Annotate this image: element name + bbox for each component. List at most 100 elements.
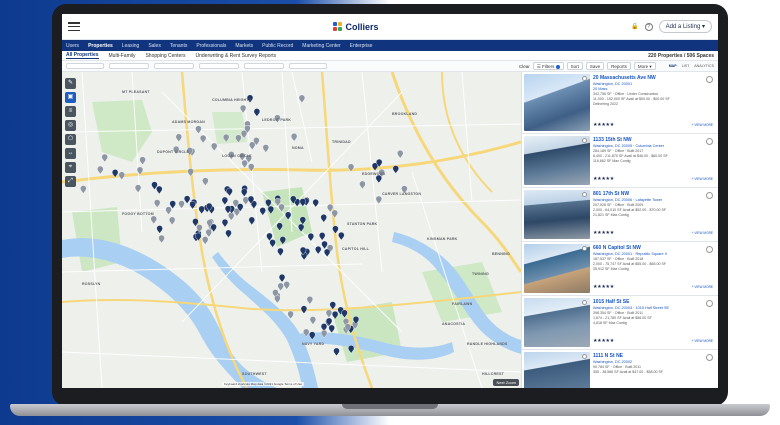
map-neighborhood-label: MT PLEASANT (122, 90, 150, 94)
favorite-icon[interactable] (582, 246, 587, 251)
map-neighborhood-label: TRINIDAD (332, 140, 351, 144)
filter-input[interactable] (154, 63, 194, 69)
view-more-link[interactable]: + VIEW MORE (692, 231, 713, 235)
select-tool-icon[interactable]: ▣ (65, 92, 76, 103)
save-button[interactable]: Save (585, 62, 605, 70)
map-neighborhood-label: LOGAN CIRCLE (222, 154, 252, 158)
filter-input[interactable] (289, 63, 327, 69)
listing-panel: 20 Massachusetts Ave NW Washington, DC 20… (521, 72, 718, 388)
nav-item-professionals[interactable]: Professionals (196, 43, 226, 49)
listing-address[interactable]: 1015 Half St SE (593, 299, 713, 305)
map-attribution: Keyboard shortcuts Map data ©2021 Google… (222, 382, 304, 386)
view-more-link[interactable]: + VIEW MORE (692, 177, 713, 181)
laptop-notch (342, 404, 438, 409)
app-screen: Colliers 🔒 ? Add a Listing ▾ Users Proper… (62, 14, 718, 388)
listing-card[interactable]: 1015 Half St SE Washington, DC 20003 · 10… (522, 296, 718, 350)
building-photo[interactable] (524, 136, 590, 185)
polygon-tool-icon[interactable]: ⬠ (65, 134, 76, 145)
listing-detail: 207,526 SF · Office · Built 2009 (593, 203, 644, 207)
select-checkbox[interactable] (706, 354, 713, 361)
view-more-link[interactable]: + VIEW MORE (692, 123, 713, 127)
building-photo[interactable] (524, 74, 590, 131)
select-checkbox[interactable] (706, 76, 713, 83)
layers-tool-icon[interactable]: ≡ (65, 106, 76, 117)
nav-item-tenants[interactable]: Tenants (170, 43, 188, 49)
measure-tool-icon[interactable]: ↔ (65, 148, 76, 159)
view-toggle-analytics[interactable]: ANALYTICS (694, 64, 714, 68)
fullscreen-tool-icon[interactable]: ⤢ (65, 176, 76, 187)
favorite-icon[interactable] (582, 300, 587, 305)
view-toggle-list[interactable]: LIST (682, 64, 690, 68)
nav-item-enterprise[interactable]: Enterprise (350, 43, 373, 49)
favorite-icon[interactable] (582, 192, 587, 197)
subnav-tab[interactable]: Underwriting & Rent Survey Reports (196, 53, 277, 59)
building-photo[interactable] (524, 190, 590, 239)
subnav-tab[interactable]: Multi-Family (109, 53, 136, 59)
filter-input[interactable] (244, 63, 284, 69)
favorite-icon[interactable] (582, 354, 587, 359)
map-neighborhood-label: COLUMBIA HEIGHTS (212, 98, 252, 102)
reports-button[interactable]: Reports (607, 62, 631, 70)
draw-tool-icon[interactable]: ✎ (65, 78, 76, 89)
sort-button[interactable]: Sort (566, 62, 583, 70)
nav-item-properties[interactable]: Properties (88, 43, 113, 49)
nav-item-sales[interactable]: Sales (148, 43, 161, 49)
select-checkbox[interactable] (706, 246, 713, 253)
view-toggle-map[interactable]: MAP (669, 64, 677, 68)
favorite-icon[interactable] (582, 138, 587, 143)
listing-card[interactable]: 1133 15th St NW Washington, DC 20005 · Co… (522, 134, 718, 188)
building-photo[interactable] (524, 298, 590, 347)
radius-tool-icon[interactable]: ◎ (65, 120, 76, 131)
listing-info: 801 17th St NW Washington, DC 20006 · Laf… (590, 190, 716, 239)
listing-address[interactable]: 1133 15th St NW (593, 137, 713, 143)
building-photo[interactable] (524, 244, 590, 293)
nav-item-public-record[interactable]: Public Record (262, 43, 293, 49)
subnav-tab[interactable]: Shopping Centers (145, 53, 185, 59)
menu-icon[interactable] (68, 22, 80, 31)
listing-card[interactable]: 660 N Capitol St NW Washington, DC 20001 … (522, 242, 718, 296)
listing-card[interactable]: 1111 N St NE Washington, DC 20002 90,784 S… (522, 350, 718, 388)
select-checkbox[interactable] (706, 300, 713, 307)
nav-item-leasing[interactable]: Leasing (122, 43, 140, 49)
map-zoom-label[interactable]: Next Zoom (493, 379, 519, 386)
rating-stars: ★★★★★ (593, 284, 614, 290)
listing-address[interactable]: 660 N Capitol St NW (593, 245, 713, 251)
listing-card[interactable]: 20 Massachusetts Ave NW Washington, DC 20… (522, 72, 718, 134)
nav-item-markets[interactable]: Markets (235, 43, 253, 49)
pin-tool-icon[interactable]: ⌖ (65, 162, 76, 173)
help-icon[interactable]: ? (644, 22, 653, 31)
listing-card[interactable]: 801 17th St NW Washington, DC 20006 · Laf… (522, 188, 718, 242)
listing-address[interactable]: 801 17th St NW (593, 191, 713, 197)
filters-button[interactable]: ☰ Filters (532, 62, 564, 70)
listing-info: 660 N Capitol St NW Washington, DC 20001 … (590, 244, 716, 293)
brand-logo[interactable]: Colliers (332, 21, 379, 32)
listing-address[interactable]: 1111 N St NE (593, 353, 713, 359)
nav-item-marketing-center[interactable]: Marketing Center (302, 43, 340, 49)
listing-detail: 1,674 - 21,780 SF Avail at $56.00 SF (593, 316, 652, 320)
listing-address[interactable]: 20 Massachusetts Ave NW (593, 75, 713, 81)
map-neighborhood-label: ROSSLYN (82, 282, 101, 286)
filter-input[interactable] (199, 63, 239, 69)
filter-input[interactable] (66, 63, 104, 69)
listing-city: Washington, DC 20005 · Columbia Center (593, 144, 664, 148)
map-neighborhood-label: LEDROIT PARK (262, 118, 292, 122)
more-button[interactable]: More ▾ (633, 62, 656, 70)
map-neighborhood-label: CAPITOL HILL (342, 247, 370, 251)
map-view[interactable]: MT PLEASANT COLUMBIA HEIGHTS ADAMS MORGAN L… (62, 72, 521, 388)
rating-stars: ★★★★★ (593, 230, 614, 236)
favorite-icon[interactable] (582, 76, 587, 81)
filter-input[interactable] (109, 63, 149, 69)
select-checkbox[interactable] (706, 192, 713, 199)
filter-bar: Clear ☰ Filters Sort Save Reports More ▾… (62, 61, 718, 72)
add-listing-button[interactable]: Add a Listing ▾ (658, 20, 712, 33)
map-neighborhood-label: FOGGY BOTTOM (122, 212, 154, 216)
select-checkbox[interactable] (706, 138, 713, 145)
view-more-link[interactable]: + VIEW MORE (692, 339, 713, 343)
view-more-link[interactable]: + VIEW MORE (692, 285, 713, 289)
subnav-tab[interactable]: All Properties (66, 52, 99, 59)
lock-icon[interactable]: 🔒 (631, 23, 638, 30)
clear-button[interactable]: Clear (519, 64, 530, 69)
nav-item-users[interactable]: Users (66, 43, 79, 49)
building-photo[interactable] (524, 352, 590, 388)
listing-building-name: 20 Mass (593, 87, 608, 91)
